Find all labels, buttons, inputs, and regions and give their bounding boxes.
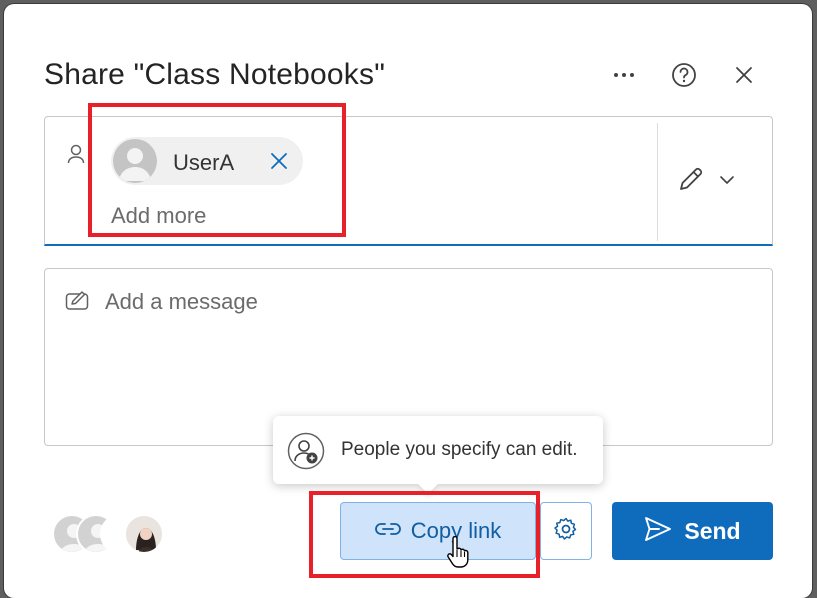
help-icon[interactable] <box>667 58 701 92</box>
divider <box>657 123 658 241</box>
shared-with-avatars[interactable] <box>52 514 172 558</box>
close-icon[interactable] <box>727 58 761 92</box>
edit-message-icon <box>65 289 91 318</box>
send-label: Send <box>684 517 741 544</box>
send-button[interactable]: Send <box>612 502 773 560</box>
pencil-icon <box>677 165 705 198</box>
tooltip-text: People you specify can edit. <box>341 439 578 460</box>
link-icon <box>374 522 401 541</box>
message-placeholder: Add a message <box>105 289 258 314</box>
remove-recipient-icon[interactable] <box>263 145 295 177</box>
permission-tooltip: People you specify can edit. <box>273 416 603 484</box>
send-icon <box>644 516 672 547</box>
add-more-input[interactable]: Add more <box>111 203 206 229</box>
more-options-icon[interactable] <box>607 58 641 92</box>
dialog-title: Share "Class Notebooks" <box>44 58 386 91</box>
recipient-name: UserA <box>173 150 235 175</box>
copy-link-button[interactable]: Copy link <box>340 502 536 560</box>
person-icon <box>67 144 85 169</box>
recipient-chip[interactable]: UserA <box>111 137 303 185</box>
gear-icon <box>553 516 579 547</box>
avatar <box>124 514 164 554</box>
link-settings-button[interactable] <box>540 502 592 560</box>
hand-cursor-icon <box>446 535 470 573</box>
chevron-down-icon <box>719 172 735 190</box>
permission-dropdown[interactable] <box>677 161 753 201</box>
avatar <box>113 139 157 183</box>
share-dialog: Share "Class Notebooks" UserA Add more A… <box>4 4 812 598</box>
recipients-field[interactable]: UserA Add more <box>44 116 773 246</box>
people-edit-icon <box>287 432 325 470</box>
